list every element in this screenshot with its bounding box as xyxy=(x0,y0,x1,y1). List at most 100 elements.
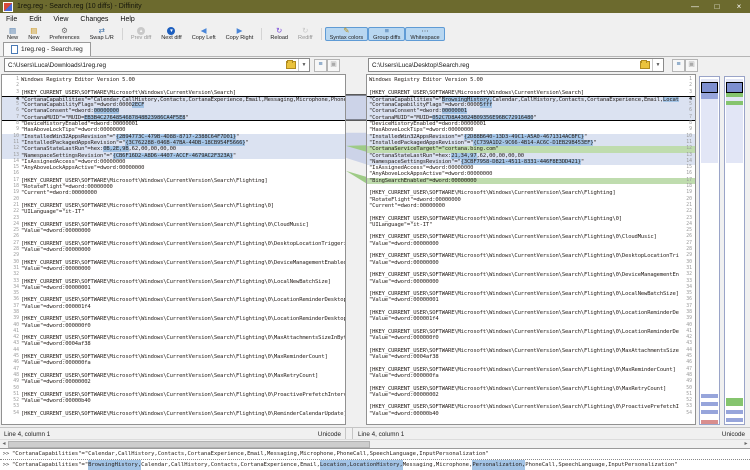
minimap-chg-block xyxy=(726,418,743,422)
prev-diff-icon: ▲ xyxy=(137,27,145,35)
history-list-button[interactable]: ≡ xyxy=(672,59,685,72)
syntax-colors-button[interactable]: ✎Syntax colors xyxy=(325,27,369,41)
toolbar-button-label: Syntax colors xyxy=(330,35,364,41)
toolbar-button-label: Group diffs xyxy=(373,35,400,41)
copy-right-button[interactable]: ▶Copy Right xyxy=(221,27,259,41)
whitespace-button[interactable]: ⋯Whitespace xyxy=(405,27,444,41)
minimap-add-block xyxy=(726,398,743,406)
right-code-pane[interactable]: 1Windows Registry Editor Version 5.0023[… xyxy=(366,74,696,425)
tab-bar: 1reg.reg - Search.reg xyxy=(0,42,750,57)
toolbar-button-label: New xyxy=(7,35,18,41)
next-diff-icon: ▼ xyxy=(167,27,175,35)
line-number: 7 xyxy=(679,115,695,120)
line-text: "CortanaMUID"="MUID=EB3B4C2764854687848B… xyxy=(21,115,345,120)
line-number: 54 xyxy=(2,411,21,417)
menu-file[interactable]: File xyxy=(0,13,23,26)
toolbar-separator xyxy=(122,28,123,40)
title-bar: 1reg.reg - Search.reg (10 diffs) - Diffi… xyxy=(0,0,750,13)
diff-detail-line: >>"CortanaCapabilities"="Calendar,CallHi… xyxy=(0,449,750,460)
new-button[interactable]: ▤New xyxy=(23,27,44,41)
save-left-button[interactable]: ▣ xyxy=(327,59,340,72)
toolbar-button-label: Next diff xyxy=(161,35,181,41)
syntax-colors-icon: ✎ xyxy=(343,27,349,35)
toolbar: ▤New▤New⚙Preferences⇄Swap L/R▲Prev diff▼… xyxy=(0,26,750,42)
folder-icon[interactable] xyxy=(640,61,650,69)
diff-marker: >> xyxy=(0,460,12,470)
toolbar-separator xyxy=(261,28,262,40)
toolbar-button-label: Copy Left xyxy=(192,35,216,41)
document-icon xyxy=(11,45,18,54)
diffinity-window: { "window": { "title": "1reg.reg - Searc… xyxy=(0,0,750,470)
toolbar-button-label: Reload xyxy=(270,35,288,41)
menu-changes[interactable]: Changes xyxy=(74,13,114,26)
scrollbar-thumb[interactable] xyxy=(8,441,370,448)
group-diffs-icon: ≡ xyxy=(385,27,389,35)
window-title: 1reg.reg - Search.reg (10 diffs) - Diffi… xyxy=(17,3,142,10)
minimap-chg-block xyxy=(726,410,743,414)
line-number: 3 xyxy=(679,90,695,96)
right-diff-overview-map[interactable] xyxy=(724,76,745,425)
chevron-down-icon[interactable]: ▼ xyxy=(652,59,663,71)
copy-left-button[interactable]: ◀Copy Left xyxy=(187,27,221,41)
code-line[interactable]: 54"Value"=dword:00000b40 xyxy=(367,411,695,417)
minimap-chg-block xyxy=(701,410,718,414)
left-file-path-combobox[interactable]: C:\Users\Luca\Downloads\1reg.reg ▼ xyxy=(4,58,310,72)
maximize-button[interactable]: □ xyxy=(706,0,728,13)
minimap-del-block xyxy=(701,420,718,424)
left-cursor-position: Line 4, column 1 xyxy=(4,431,50,438)
swap-l-r-button[interactable]: ⇄Swap L/R xyxy=(85,27,119,41)
diff-marker: >> xyxy=(0,449,12,459)
line-text: "Value"=dword:00000b40 xyxy=(367,411,679,417)
left-file-path: C:\Users\Luca\Downloads\1reg.reg xyxy=(5,62,284,69)
toolbar-button-label: Prev diff xyxy=(131,35,151,41)
window-controls: —□× xyxy=(684,0,750,13)
history-list-button[interactable]: ≡ xyxy=(314,59,327,72)
diff-editor: 1Windows Registry Editor Version 5.0023[… xyxy=(0,74,750,427)
left-code-pane[interactable]: 1Windows Registry Editor Version 5.0023[… xyxy=(1,74,346,425)
preferences-button[interactable]: ⚙Preferences xyxy=(44,27,84,41)
save-right-button[interactable]: ▣ xyxy=(685,59,698,72)
preferences-icon: ⚙ xyxy=(61,27,68,35)
close-button[interactable]: × xyxy=(728,0,750,13)
left-diff-overview-map[interactable] xyxy=(699,76,720,425)
chevron-down-icon[interactable]: ▼ xyxy=(298,59,309,71)
code-line[interactable]: 3[HKEY_CURRENT_USER\SOFTWARE\Microsoft\W… xyxy=(2,90,345,96)
group-diffs-button[interactable]: ≡Group diffs xyxy=(368,27,405,41)
line-text: [HKEY_CURRENT_USER\SOFTWARE\Microsoft\Wi… xyxy=(21,90,345,96)
reload-icon: ↻ xyxy=(276,27,282,35)
new-left-file-icon: ▤ xyxy=(9,27,16,35)
right-file-path-combobox[interactable]: C:\Users\Luca\Desktop\Search.reg ▼ xyxy=(368,58,664,72)
menu-help[interactable]: Help xyxy=(114,13,140,26)
minimize-button[interactable]: — xyxy=(684,0,706,13)
folder-icon[interactable] xyxy=(286,61,296,69)
line-number: 54 xyxy=(679,411,695,417)
copy-right-icon: ▶ xyxy=(237,27,243,35)
code-line[interactable]: 54[HKEY_CURRENT_USER\SOFTWARE\Microsoft\… xyxy=(2,411,345,417)
reload-button[interactable]: ↻Reload xyxy=(265,27,293,41)
line-text: "CortanaMUID"="MUID=052C7D8A43024B09356E… xyxy=(367,115,679,120)
right-cursor-position: Line 4, column 1 xyxy=(358,431,404,438)
minimap-cur-block xyxy=(726,82,743,93)
menu-bar: FileEditViewChangesHelp xyxy=(0,13,750,26)
left-encoding: Unicode xyxy=(318,431,341,438)
new-right-file-icon: ▤ xyxy=(30,27,37,35)
rediff-button: ↻Rediff xyxy=(293,27,318,41)
path-row: C:\Users\Luca\Downloads\1reg.reg ▼ ≡ ▣ C… xyxy=(0,56,750,74)
line-number: 3 xyxy=(2,90,21,96)
diff-detail-line: >>"CortanaCapabilities"="BrowsingHistory… xyxy=(0,460,750,470)
next-diff-button[interactable]: ▼Next diff xyxy=(156,27,186,41)
right-encoding: Unicode xyxy=(722,431,745,438)
menu-view[interactable]: View xyxy=(47,13,74,26)
minimap-chg-block xyxy=(701,394,718,398)
new-button[interactable]: ▤New xyxy=(2,27,23,41)
menu-edit[interactable]: Edit xyxy=(23,13,47,26)
diff-gutter xyxy=(346,74,366,427)
tab-1reg-search[interactable]: 1reg.reg - Search.reg xyxy=(3,42,91,56)
code-line[interactable]: 3[HKEY_CURRENT_USER\SOFTWARE\Microsoft\W… xyxy=(367,90,695,96)
toolbar-button-label: Copy Right xyxy=(226,35,254,41)
toolbar-button-label: Whitespace xyxy=(410,35,439,41)
line-text: [HKEY_CURRENT_USER\SOFTWARE\Microsoft\Wi… xyxy=(367,90,679,96)
minimap-chg-block xyxy=(701,93,718,99)
minimap-chg-block xyxy=(701,402,718,406)
app-icon xyxy=(3,2,13,12)
